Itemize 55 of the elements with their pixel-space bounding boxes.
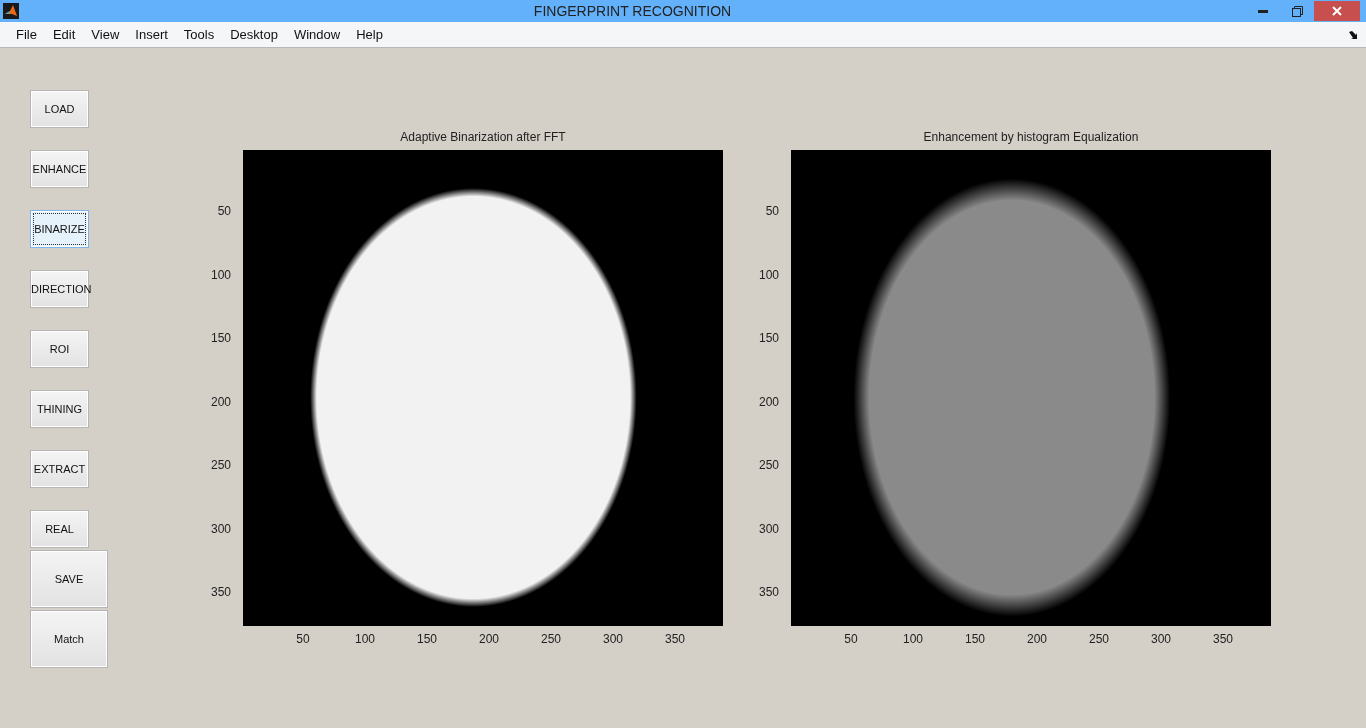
close-button[interactable] <box>1314 1 1360 21</box>
x-tick-label: 50 <box>844 631 858 648</box>
axes-title: Enhancement by histogram Equalization <box>922 129 1140 146</box>
x-tick-label: 300 <box>1151 631 1171 648</box>
x-tick-label: 100 <box>903 631 923 648</box>
menu-item[interactable]: File <box>8 21 45 48</box>
y-tick-label: 100 <box>758 266 780 284</box>
close-icon <box>1332 6 1342 16</box>
menu-item[interactable]: Edit <box>44 21 84 48</box>
action-button[interactable]: Match <box>30 610 108 668</box>
menu-item[interactable]: Desktop <box>222 21 286 48</box>
y-tick-label: 300 <box>758 520 780 538</box>
x-tick-label: 200 <box>1027 631 1047 648</box>
menu-item[interactable]: Window <box>285 21 349 48</box>
action-button[interactable]: EXTRACT <box>30 450 89 488</box>
menu-item[interactable]: View <box>83 21 128 48</box>
menu-item[interactable]: Tools <box>175 21 223 48</box>
axes-title: Adaptive Binarization after FFT <box>399 129 567 146</box>
x-tick-label: 350 <box>665 631 685 648</box>
y-tick-label: 250 <box>758 457 780 474</box>
y-tick-label: 150 <box>210 330 232 347</box>
restore-icon <box>1291 5 1303 17</box>
x-tick-label: 250 <box>541 631 561 648</box>
action-button[interactable]: ROI <box>30 330 89 368</box>
x-tick-label: 350 <box>1213 631 1233 648</box>
window-title: FINGERPRINT RECOGNITION <box>533 3 732 19</box>
y-tick-label: 200 <box>210 393 232 411</box>
action-button[interactable]: THINING <box>30 390 89 428</box>
y-tick-label: 350 <box>210 584 232 601</box>
y-tick-label: 150 <box>758 330 780 347</box>
x-tick-label: 100 <box>355 631 375 648</box>
y-tick-label: 300 <box>210 520 232 538</box>
action-button[interactable]: REAL <box>30 510 89 548</box>
action-button[interactable]: BINARIZE <box>30 210 89 248</box>
dock-arrow-icon[interactable] <box>1349 30 1358 39</box>
y-tick-label: 50 <box>217 203 232 220</box>
action-button[interactable]: SAVE <box>30 550 108 608</box>
y-tick-label: 250 <box>210 457 232 474</box>
action-button[interactable]: ENHANCE <box>30 150 89 188</box>
y-tick-label: 200 <box>758 393 780 411</box>
x-tick-label: 50 <box>296 631 310 648</box>
x-tick-label: 150 <box>417 631 437 648</box>
x-tick-label: 150 <box>965 631 985 648</box>
x-tick-label: 300 <box>603 631 623 648</box>
minimize-icon <box>1258 9 1268 13</box>
action-button[interactable]: LOAD <box>30 90 89 128</box>
y-tick-label: 350 <box>758 584 780 601</box>
x-tick-label: 200 <box>479 631 499 648</box>
menu-item[interactable]: Help <box>348 21 391 48</box>
y-tick-label: 50 <box>765 203 780 220</box>
x-tick-label: 250 <box>1089 631 1109 648</box>
y-tick-label: 100 <box>210 266 232 284</box>
menu-item[interactable]: Insert <box>127 21 176 48</box>
app-logo-icon <box>3 3 19 19</box>
action-button[interactable]: DIRECTION <box>30 270 89 308</box>
